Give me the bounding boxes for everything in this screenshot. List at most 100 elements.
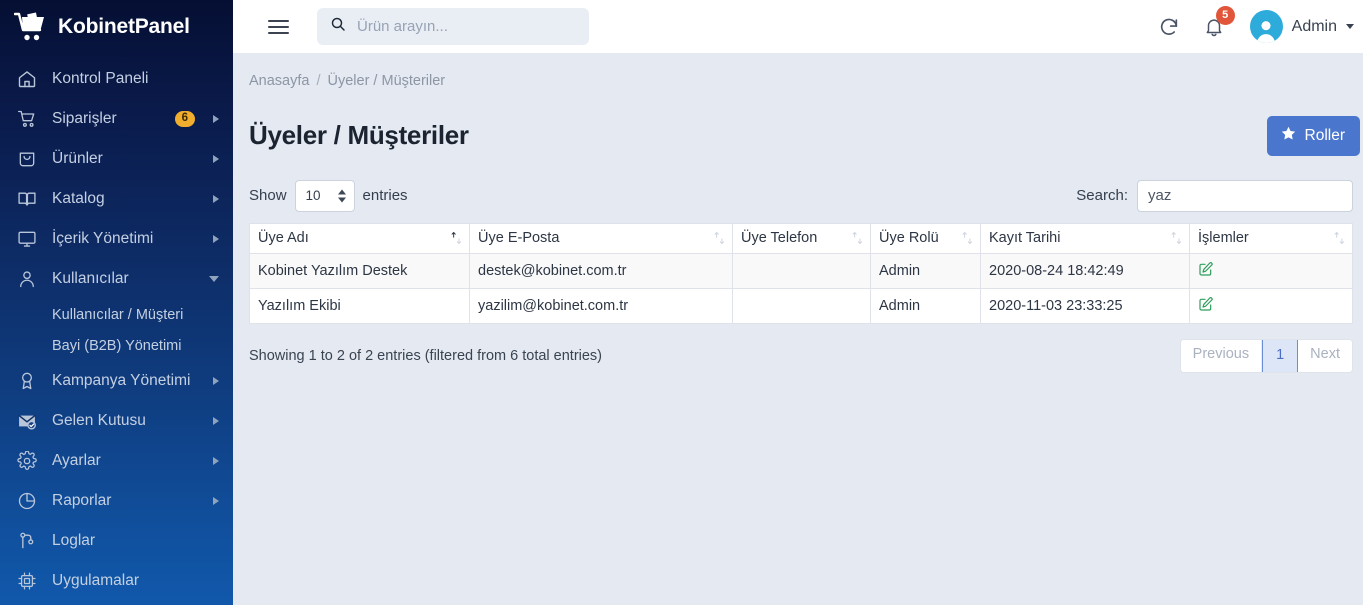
sidebar-item-loglar[interactable]: Loglar: [0, 521, 233, 561]
table-head: Üye Adı Üye E-Posta Üye Telefon Üye Rolü…: [249, 222, 1353, 254]
datatable-wrap: Üye Adı Üye E-Posta Üye Telefon Üye Rolü…: [249, 222, 1353, 324]
datatable-length: Show 102550100 entries: [249, 179, 408, 212]
sort-none-icon: [851, 232, 864, 245]
sidebar-item-kampanya-yonetimi[interactable]: Kampanya Yönetimi: [0, 361, 233, 401]
sidebar-subitem-label: Kullanıcılar / Müşteri: [52, 306, 184, 323]
pagination-next[interactable]: Next: [1298, 339, 1352, 372]
sidebar-item-label: İçerik Yönetimi: [52, 230, 154, 247]
sidebar-item-label: Kontrol Paneli: [52, 70, 149, 87]
sidebar-subitem-kullanicilar-musteri[interactable]: Kullanıcılar / Müşteri: [0, 299, 233, 330]
breadcrumb: Anasayfa / Üyeler / Müşteriler: [249, 53, 1363, 89]
sidebar-item-label: Gelen Kutusu: [52, 412, 146, 429]
chevron-down-icon: [209, 276, 219, 282]
table-row[interactable]: Yazılım Ekibi yazilim@kobinet.com.tr Adm…: [249, 287, 1353, 324]
mail-check-icon: [16, 410, 38, 432]
refresh-icon[interactable]: [1156, 14, 1182, 40]
breadcrumb-home[interactable]: Anasayfa: [249, 73, 309, 89]
column-header-uye-telefon[interactable]: Üye Telefon: [732, 222, 871, 254]
bell-icon[interactable]: 5: [1201, 5, 1235, 40]
column-header-uye-rolu[interactable]: Üye Rolü: [870, 222, 981, 254]
show-label: Show: [249, 187, 287, 205]
cell-member-name: Kobinet Yazılım Destek: [249, 252, 470, 289]
sidebar-item-label: Loglar: [52, 532, 96, 549]
sidebar-item-kontrol-paneli[interactable]: Kontrol Paneli: [0, 59, 233, 99]
column-header-kayit-tarihi[interactable]: Kayıt Tarihi: [980, 222, 1190, 254]
sidebar-item-uygulamalar[interactable]: Uygulamalar: [0, 561, 233, 601]
cell-member-phone: [732, 287, 871, 324]
cell-member-role: Admin: [870, 287, 981, 324]
entries-label: entries: [362, 187, 408, 205]
edit-icon[interactable]: [1198, 296, 1214, 312]
monitor-icon: [16, 228, 38, 250]
search-label: Search:: [1076, 187, 1128, 205]
datatable-controls: Show 102550100 entries Search:: [249, 177, 1363, 215]
search-input[interactable]: [355, 17, 579, 36]
cell-member-phone: [732, 252, 871, 289]
gear-icon: [16, 450, 38, 472]
table-body: Kobinet Yazılım Destek destek@kobinet.co…: [249, 252, 1353, 324]
sort-none-icon: [1170, 232, 1183, 245]
sidebar-badge-siparisler: 6: [174, 110, 195, 128]
brand[interactable]: KobinetPanel: [0, 0, 233, 53]
global-search[interactable]: [317, 8, 589, 45]
sidebar-item-label: Ürünler: [52, 150, 103, 167]
sidebar-subitem-bayi-b2b-yonetimi[interactable]: Bayi (B2B) Yönetimi: [0, 330, 233, 361]
sidebar-item-raporlar[interactable]: Raporlar: [0, 481, 233, 521]
entries-select-wrap[interactable]: 102550100: [294, 179, 355, 212]
roller-button[interactable]: Roller: [1266, 115, 1360, 156]
chevron-right-icon: [213, 377, 219, 385]
main-area: 5 Admin Anasayfa / Üyeler / Müşteriler Ü…: [233, 0, 1363, 605]
sidebar-item-kullanicilar[interactable]: Kullanıcılar: [0, 259, 233, 299]
chevron-right-icon: [213, 115, 219, 123]
user-name: Admin: [1291, 17, 1337, 35]
sort-none-icon: [961, 232, 974, 245]
chevron-right-icon: [213, 457, 219, 465]
cell-member-actions: [1189, 287, 1353, 324]
datatable-filter: Search:: [1076, 179, 1353, 212]
table-row[interactable]: Kobinet Yazılım Destek destek@kobinet.co…: [249, 252, 1353, 289]
sidebar-item-label: Kullanıcılar: [52, 270, 129, 287]
cell-member-email: yazilim@kobinet.com.tr: [469, 287, 733, 324]
chevron-right-icon: [213, 155, 219, 163]
sidebar-item-label: Siparişler: [52, 110, 117, 127]
chevron-down-icon: [1346, 24, 1354, 29]
column-header-uye-eposta[interactable]: Üye E-Posta: [469, 222, 733, 254]
column-header-islemler[interactable]: İşlemler: [1189, 222, 1353, 254]
page-header: Üyeler / Müşteriler Roller: [249, 103, 1363, 169]
hamburger-icon[interactable]: [261, 10, 295, 44]
cell-member-email: destek@kobinet.com.tr: [469, 252, 733, 289]
sidebar-item-label: Ayarlar: [52, 452, 101, 469]
sidebar-subitem-label: Bayi (B2B) Yönetimi: [52, 337, 182, 354]
cell-member-actions: [1189, 252, 1353, 289]
entries-select[interactable]: 102550100: [294, 179, 355, 212]
column-header-uye-adi[interactable]: Üye Adı: [249, 222, 470, 254]
app-root: KobinetPanel Kontrol Paneli Siparişler 6: [0, 0, 1363, 605]
sidebar-nav: Kontrol Paneli Siparişler 6 Ürünler Kata…: [0, 53, 233, 601]
sort-asc-icon: [450, 232, 463, 245]
sidebar-item-gelen-kutusu[interactable]: Gelen Kutusu: [0, 401, 233, 441]
sidebar-item-ayarlar[interactable]: Ayarlar: [0, 441, 233, 481]
chevron-right-icon: [213, 235, 219, 243]
sidebar-item-siparisler[interactable]: Siparişler 6: [0, 99, 233, 139]
sidebar-item-label: Uygulamalar: [52, 572, 140, 589]
edit-icon[interactable]: [1198, 261, 1214, 277]
user-menu[interactable]: Admin: [1249, 10, 1354, 43]
chevron-right-icon: [213, 417, 219, 425]
bag-icon: [16, 148, 38, 170]
sidebar-item-icerik-yonetimi[interactable]: İçerik Yönetimi: [0, 219, 233, 259]
roller-button-label: Roller: [1304, 126, 1345, 144]
sidebar-item-urunler[interactable]: Ürünler: [0, 139, 233, 179]
pagination-previous[interactable]: Previous: [1180, 339, 1263, 372]
datatable-footer: Showing 1 to 2 of 2 entries (filtered fr…: [249, 338, 1353, 373]
sidebar-item-label: Raporlar: [52, 492, 112, 509]
datatable-search-input[interactable]: [1137, 179, 1353, 212]
datatable-info: Showing 1 to 2 of 2 entries (filtered fr…: [249, 347, 603, 364]
sidebar-item-label: Kampanya Yönetimi: [52, 372, 191, 389]
pagination-page-1[interactable]: 1: [1262, 339, 1299, 372]
cell-member-role: Admin: [870, 252, 981, 289]
sidebar: KobinetPanel Kontrol Paneli Siparişler 6: [0, 0, 233, 605]
sidebar-item-katalog[interactable]: Katalog: [0, 179, 233, 219]
git-branch-icon: [16, 530, 38, 552]
user-icon: [16, 268, 38, 290]
sidebar-item-label: Katalog: [52, 190, 105, 207]
